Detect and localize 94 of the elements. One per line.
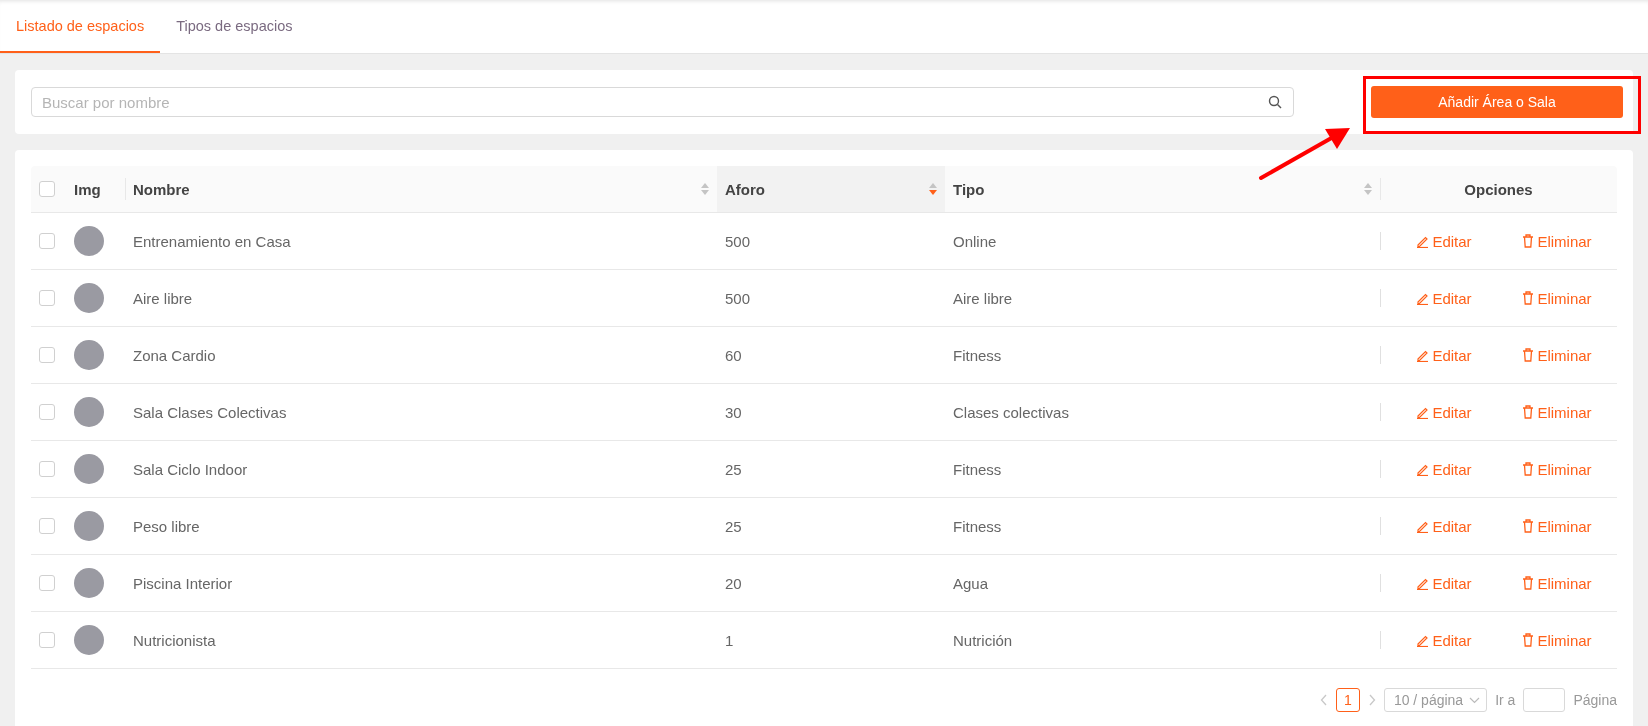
trash-icon xyxy=(1522,234,1535,248)
search-icon[interactable] xyxy=(1268,95,1282,109)
tab[interactable]: Tipos de espacios xyxy=(160,0,309,53)
capacity: 30 xyxy=(725,403,742,421)
pencil-icon xyxy=(1416,291,1430,305)
pencil-icon xyxy=(1416,348,1430,362)
delete-link[interactable]: Eliminar xyxy=(1522,346,1592,364)
edit-link[interactable]: Editar xyxy=(1416,346,1472,364)
checkbox[interactable] xyxy=(39,290,55,306)
column-header: Aforo xyxy=(725,180,765,198)
space-type: Online xyxy=(953,232,997,250)
edit-link[interactable]: Editar xyxy=(1416,289,1472,307)
chevron-right-icon[interactable] xyxy=(1367,694,1376,706)
space-name: Piscina Interior xyxy=(133,574,233,592)
capacity: 60 xyxy=(725,346,742,364)
capacity: 500 xyxy=(725,232,751,250)
space-name: Sala Ciclo Indoor xyxy=(133,460,248,478)
checkbox[interactable] xyxy=(39,233,55,249)
space-name: Nutricionista xyxy=(133,631,216,649)
page-label: Página xyxy=(1573,692,1617,708)
search-field[interactable]: Buscar por nombre xyxy=(31,87,1294,117)
add-area-button[interactable]: Añadir Área o Sala xyxy=(1371,86,1623,118)
checkbox[interactable] xyxy=(39,181,55,197)
edit-link[interactable]: Editar xyxy=(1416,517,1472,535)
space-type: Clases colectivas xyxy=(953,403,1069,421)
delete-link[interactable]: Eliminar xyxy=(1522,460,1592,478)
photo-placeholder xyxy=(74,511,104,541)
pencil-icon xyxy=(1416,519,1430,533)
trash-icon xyxy=(1522,291,1535,305)
checkbox[interactable] xyxy=(39,404,55,420)
capacity: 500 xyxy=(725,289,751,307)
space-name: Sala Clases Colectivas xyxy=(133,403,287,421)
space-name: Entrenamiento en Casa xyxy=(133,232,291,250)
space-type: Fitness xyxy=(953,517,1002,535)
sort-icon[interactable] xyxy=(701,183,709,195)
space-type: Aire libre xyxy=(953,289,1013,307)
trash-icon xyxy=(1522,633,1535,647)
space-type: Fitness xyxy=(953,460,1002,478)
edit-link[interactable]: Editar xyxy=(1416,403,1472,421)
space-type: Agua xyxy=(953,574,989,592)
delete-link[interactable]: Eliminar xyxy=(1522,631,1592,649)
edit-link[interactable]: Editar xyxy=(1416,232,1472,250)
pencil-icon xyxy=(1416,633,1430,647)
page-size-select[interactable]: 10 / página xyxy=(1383,688,1488,712)
trash-icon xyxy=(1522,519,1535,533)
pencil-icon xyxy=(1416,576,1430,590)
pencil-icon xyxy=(1416,462,1430,476)
pencil-icon xyxy=(1416,234,1430,248)
column-header: Opciones xyxy=(1464,180,1533,198)
trash-icon xyxy=(1522,348,1535,362)
photo-placeholder xyxy=(74,283,104,313)
edit-link[interactable]: Editar xyxy=(1416,631,1472,649)
delete-link[interactable]: Eliminar xyxy=(1522,232,1592,250)
delete-link[interactable]: Eliminar xyxy=(1522,574,1592,592)
column-header: Img xyxy=(74,180,101,198)
sort-icon[interactable] xyxy=(929,183,937,195)
checkbox[interactable] xyxy=(39,347,55,363)
delete-link[interactable]: Eliminar xyxy=(1522,289,1592,307)
column-header: Nombre xyxy=(133,180,190,198)
capacity: 25 xyxy=(725,460,742,478)
space-type: Fitness xyxy=(953,346,1002,364)
photo-placeholder xyxy=(74,226,104,256)
goto-label: Ir a xyxy=(1495,692,1516,708)
checkbox[interactable] xyxy=(39,461,55,477)
space-name: Zona Cardio xyxy=(133,346,216,364)
column-header: Tipo xyxy=(953,180,985,198)
goto-page-input[interactable] xyxy=(1523,688,1566,712)
space-type: Nutrición xyxy=(953,631,1013,649)
sort-icon[interactable] xyxy=(1364,183,1372,195)
edit-link[interactable]: Editar xyxy=(1416,460,1472,478)
photo-placeholder xyxy=(74,397,104,427)
page-button[interactable]: 1 xyxy=(1335,688,1360,712)
checkbox[interactable] xyxy=(39,575,55,591)
capacity: 1 xyxy=(725,631,734,649)
photo-placeholder xyxy=(74,340,104,370)
chevron-down-icon xyxy=(1469,696,1481,704)
checkbox[interactable] xyxy=(39,632,55,648)
chevron-left-icon[interactable] xyxy=(1319,694,1328,706)
tab[interactable]: Listado de espacios xyxy=(0,0,161,53)
delete-link[interactable]: Eliminar xyxy=(1522,403,1592,421)
photo-placeholder xyxy=(74,568,104,598)
pencil-icon xyxy=(1416,405,1430,419)
delete-link[interactable]: Eliminar xyxy=(1522,517,1592,535)
checkbox[interactable] xyxy=(39,518,55,534)
trash-icon xyxy=(1522,576,1535,590)
capacity: 25 xyxy=(725,517,742,535)
edit-link[interactable]: Editar xyxy=(1416,574,1472,592)
space-name: Peso libre xyxy=(133,517,200,535)
capacity: 20 xyxy=(725,574,742,592)
trash-icon xyxy=(1522,405,1535,419)
photo-placeholder xyxy=(74,625,104,655)
space-name: Aire libre xyxy=(133,289,193,307)
photo-placeholder xyxy=(74,454,104,484)
trash-icon xyxy=(1522,462,1535,476)
